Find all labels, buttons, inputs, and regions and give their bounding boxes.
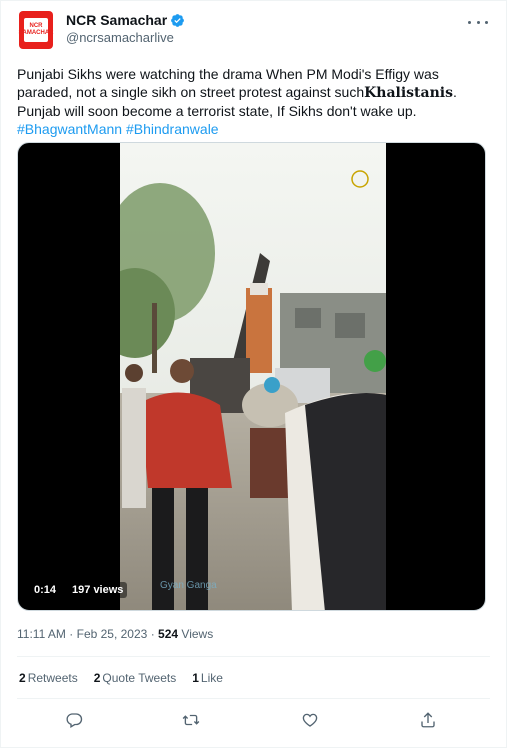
video-duration: 0:14 — [30, 582, 61, 598]
tweet-stats: 2 Retweets 2 Quote Tweets 1 Like — [19, 671, 223, 685]
hashtag-link[interactable]: #Bhindranwale — [126, 121, 219, 137]
likes-label: Like — [200, 671, 223, 685]
meta-separator: · — [69, 627, 74, 641]
video-frame: Gyan Ganga — [120, 143, 386, 610]
quote-tweets-label: Quote Tweets — [102, 671, 177, 685]
display-name[interactable]: NCR Samachar — [66, 12, 167, 28]
avatar-logo-line-1: NCR — [29, 23, 43, 29]
reply-icon[interactable] — [65, 711, 83, 729]
tweet-text-bold: Khalistanis — [364, 85, 453, 101]
retweets-count: 2 — [19, 671, 26, 685]
tweet-meta: 11:11 AM · Feb 25, 2023 · 524 Views — [17, 627, 213, 641]
more-icon[interactable] — [468, 15, 488, 29]
meta-separator: · — [150, 627, 155, 641]
account-handle[interactable]: @ncrsamacharlive — [66, 30, 185, 45]
views-count: 524 — [158, 627, 179, 641]
divider — [17, 656, 490, 657]
tweet-time[interactable]: 11:11 AM — [17, 627, 66, 641]
avatar-logo-line-2: SAMACHAR — [18, 30, 54, 36]
avatar-logo: NCR SAMACHAR — [19, 18, 54, 42]
tweet-actions — [1, 711, 506, 731]
retweets-stat[interactable]: 2 Retweets — [19, 671, 78, 685]
video-player[interactable]: Gyan Ganga 0:14 197 views — [17, 142, 486, 611]
avatar[interactable]: NCR SAMACHAR — [19, 11, 54, 49]
quote-tweets-count: 2 — [93, 671, 101, 685]
share-icon[interactable] — [419, 711, 437, 729]
quote-tweets-stat[interactable]: 2 Quote Tweets — [94, 671, 177, 685]
tweet-header: NCR SAMACHAR NCR Samachar @ncrsamacharli… — [19, 11, 496, 51]
like-icon[interactable] — [301, 711, 319, 729]
verified-badge-icon — [171, 13, 185, 27]
retweets-label: Retweets — [27, 671, 78, 685]
divider — [17, 698, 490, 699]
likes-stat[interactable]: 1 Like — [192, 671, 223, 685]
views-label: Views — [181, 627, 214, 641]
account-names: NCR Samachar @ncrsamacharlive — [66, 12, 185, 45]
retweet-icon[interactable] — [182, 711, 200, 729]
video-views: 197 views — [68, 582, 128, 598]
video-watermark: Gyan Ganga — [160, 580, 217, 591]
tweet-date[interactable]: Feb 25, 2023 — [77, 627, 148, 641]
tweet-card: NCR SAMACHAR NCR Samachar @ncrsamacharli… — [0, 0, 507, 748]
video-info: 0:14 197 views — [30, 582, 128, 598]
tweet-text: Punjabi Sikhs were watching the drama Wh… — [17, 65, 495, 138]
likes-count: 1 — [192, 671, 199, 685]
hashtag-link[interactable]: #BhagwantMann — [17, 121, 122, 137]
display-name-row[interactable]: NCR Samachar — [66, 12, 185, 28]
